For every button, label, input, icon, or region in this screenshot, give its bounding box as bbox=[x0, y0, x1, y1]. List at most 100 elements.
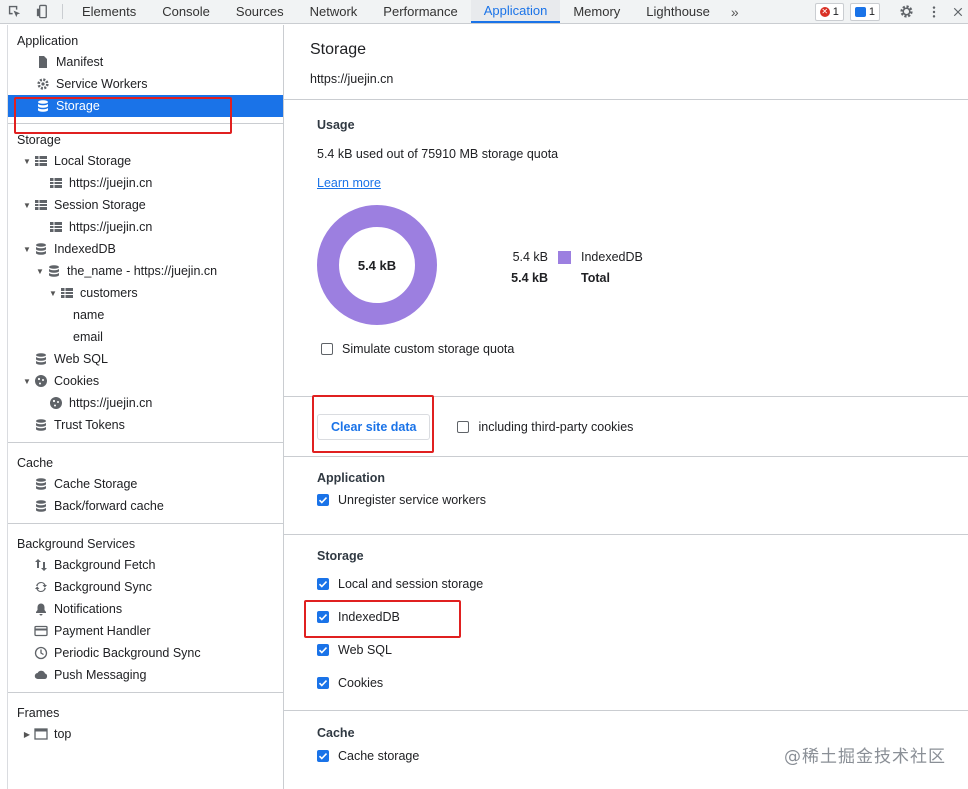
cookies-checkbox[interactable] bbox=[317, 676, 329, 689]
sidebar-item-indexeddb[interactable]: ▼ IndexedDB bbox=[8, 238, 283, 260]
page-title: Storage bbox=[310, 41, 367, 58]
message-count-badge[interactable]: 1 bbox=[849, 2, 880, 21]
clear-site-data-button[interactable]: Clear site data bbox=[317, 413, 431, 440]
expand-arrow-icon[interactable]: ▼ bbox=[22, 157, 32, 166]
more-tabs-button[interactable]: » bbox=[723, 0, 747, 23]
cookies-row[interactable]: Cookies bbox=[317, 666, 968, 699]
application-sidebar: Application Manifest Service Workers Sto… bbox=[8, 25, 284, 789]
inspect-element-icon[interactable] bbox=[0, 0, 28, 23]
usage-legend: 5.4 kB IndexedDB 5.4 kB Total bbox=[510, 247, 650, 289]
sidebar-item-background-sync[interactable]: Background Sync bbox=[8, 576, 283, 598]
panel-edge bbox=[0, 25, 8, 789]
sidebar-item-manifest[interactable]: Manifest bbox=[8, 51, 283, 73]
sidebar-item-object-store[interactable]: ▼ customers bbox=[8, 282, 283, 304]
frame-icon bbox=[34, 727, 48, 741]
sidebar-item-index-email[interactable]: email bbox=[8, 326, 283, 348]
simulate-quota-checkbox[interactable] bbox=[321, 342, 333, 355]
sidebar-item-database[interactable]: ▼ the_name - https://juejin.cn bbox=[8, 260, 283, 282]
cookie-icon bbox=[34, 374, 48, 388]
tab-application[interactable]: Application bbox=[470, 0, 561, 23]
third-party-cookies-row[interactable]: including third-party cookies bbox=[457, 410, 633, 443]
unregister-sw-checkbox[interactable] bbox=[317, 494, 329, 506]
sidebar-item-web-sql[interactable]: Web SQL bbox=[8, 348, 283, 370]
table-icon bbox=[60, 286, 74, 300]
bell-icon bbox=[34, 602, 48, 616]
sidebar-item-cookie-origin[interactable]: https://juejin.cn bbox=[8, 392, 283, 414]
sidebar-item-notifications[interactable]: Notifications bbox=[8, 598, 283, 620]
sidebar-heading-cache: Cache bbox=[17, 456, 54, 470]
sidebar-item-periodic-background-sync[interactable]: Periodic Background Sync bbox=[8, 642, 283, 664]
sidebar-item-cache-storage[interactable]: Cache Storage bbox=[8, 473, 283, 495]
tab-sources[interactable]: Sources bbox=[223, 0, 297, 23]
usage-summary: 5.4 kB used out of 75910 MB storage quot… bbox=[317, 147, 559, 161]
sidebar-item-payment-handler[interactable]: Payment Handler bbox=[8, 620, 283, 642]
sidebar-item-label: Background Fetch bbox=[54, 558, 156, 572]
sidebar-item-frame-top[interactable]: ▶ top bbox=[8, 723, 283, 745]
sidebar-item-trust-tokens[interactable]: Trust Tokens bbox=[8, 414, 283, 436]
sidebar-item-index-name[interactable]: name bbox=[8, 304, 283, 326]
web-sql-label: Web SQL bbox=[338, 642, 392, 657]
sidebar-heading-background-services: Background Services bbox=[17, 537, 136, 551]
collapse-arrow-icon[interactable]: ▶ bbox=[22, 730, 32, 739]
kebab-menu-icon[interactable] bbox=[920, 5, 948, 19]
expand-arrow-icon[interactable]: ▼ bbox=[35, 267, 45, 276]
error-count-badge[interactable]: ✕ 1 bbox=[814, 2, 844, 21]
sidebar-item-session-origin[interactable]: https://juejin.cn bbox=[8, 216, 283, 238]
tab-elements[interactable]: Elements bbox=[69, 0, 149, 23]
tab-network[interactable]: Network bbox=[297, 0, 371, 23]
learn-more-link[interactable]: Learn more bbox=[317, 176, 381, 190]
sidebar-item-label: top bbox=[54, 727, 72, 741]
third-party-cookies-checkbox[interactable] bbox=[457, 420, 470, 433]
indexeddb-checkbox[interactable] bbox=[317, 610, 329, 623]
tab-lighthouse[interactable]: Lighthouse bbox=[633, 0, 723, 23]
expand-arrow-icon[interactable]: ▼ bbox=[22, 377, 32, 386]
sidebar-item-label: IndexedDB bbox=[54, 242, 116, 256]
close-icon[interactable] bbox=[948, 6, 968, 18]
sidebar-item-label: Notifications bbox=[54, 602, 123, 616]
expand-arrow-icon[interactable]: ▼ bbox=[22, 245, 32, 254]
total-value: 5.4 kB bbox=[511, 271, 548, 285]
clear-application-section: Application Unregister service workers bbox=[284, 457, 968, 535]
error-count: 1 bbox=[832, 5, 839, 18]
table-icon bbox=[49, 176, 63, 190]
expand-arrow-icon[interactable]: ▼ bbox=[22, 201, 32, 210]
sidebar-item-service-workers[interactable]: Service Workers bbox=[8, 73, 283, 95]
tab-memory[interactable]: Memory bbox=[560, 0, 633, 23]
sidebar-item-label: name bbox=[73, 308, 105, 322]
sidebar-item-cookies[interactable]: ▼ Cookies bbox=[8, 370, 283, 392]
expand-arrow-icon[interactable]: ▼ bbox=[48, 289, 58, 298]
sidebar-item-label: Periodic Background Sync bbox=[54, 646, 201, 660]
sidebar-item-local-storage[interactable]: ▼ Local Storage bbox=[8, 150, 283, 172]
sidebar-item-label: Payment Handler bbox=[54, 624, 151, 638]
unregister-sw-row[interactable]: Unregister service workers bbox=[317, 485, 968, 515]
tab-console[interactable]: Console bbox=[149, 0, 223, 23]
local-session-storage-checkbox[interactable] bbox=[317, 577, 329, 590]
clear-site-data-section: Clear site data including third-party co… bbox=[284, 397, 968, 457]
device-toolbar-icon[interactable] bbox=[28, 0, 56, 23]
sidebar-item-session-storage[interactable]: ▼ Session Storage bbox=[8, 194, 283, 216]
indexeddb-row[interactable]: IndexedDB bbox=[317, 600, 968, 633]
web-sql-checkbox[interactable] bbox=[317, 643, 329, 656]
database-icon bbox=[34, 477, 48, 491]
sidebar-item-push-messaging[interactable]: Push Messaging bbox=[8, 664, 283, 686]
storage-panel: Storage https://juejin.cn Usage 5.4 kB u… bbox=[284, 25, 968, 789]
sidebar-item-local-origin[interactable]: https://juejin.cn bbox=[8, 172, 283, 194]
third-party-cookies-label: including third-party cookies bbox=[478, 419, 634, 434]
tab-performance[interactable]: Performance bbox=[370, 0, 470, 23]
sidebar-item-label: Trust Tokens bbox=[54, 418, 125, 432]
database-icon bbox=[36, 99, 50, 113]
gear-icon[interactable] bbox=[892, 4, 920, 19]
watermark-text: @稀土掘金技术社区 bbox=[784, 747, 946, 767]
database-icon bbox=[34, 499, 48, 513]
storage-header: Storage https://juejin.cn bbox=[284, 25, 968, 100]
sidebar-item-storage[interactable]: Storage bbox=[8, 95, 283, 117]
simulate-quota-row[interactable]: Simulate custom storage quota bbox=[321, 332, 514, 365]
sidebar-item-background-fetch[interactable]: Background Fetch bbox=[8, 554, 283, 576]
sidebar-item-back-forward-cache[interactable]: Back/forward cache bbox=[8, 495, 283, 517]
usage-donut-chart: 5.4 kB bbox=[317, 205, 437, 325]
local-session-storage-row[interactable]: Local and session storage bbox=[317, 567, 968, 600]
sidebar-heading-frames: Frames bbox=[17, 706, 60, 720]
cache-storage-checkbox[interactable] bbox=[317, 750, 329, 762]
sidebar-section-background-services: Background Services Background Fetch Bac… bbox=[8, 524, 283, 693]
web-sql-row[interactable]: Web SQL bbox=[317, 633, 968, 666]
